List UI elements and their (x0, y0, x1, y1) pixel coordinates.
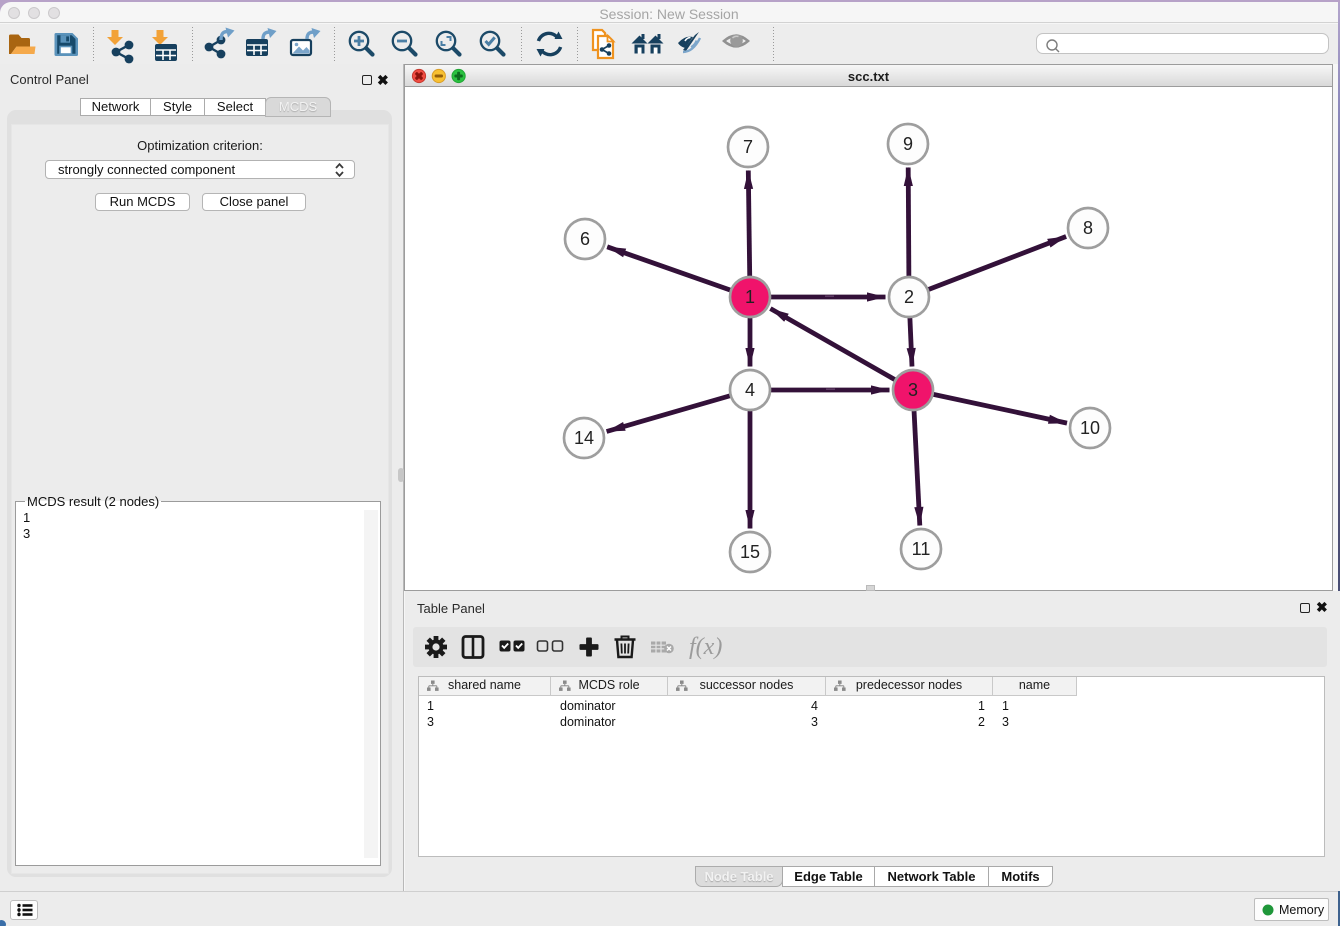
svg-text:9: 9 (903, 134, 913, 154)
svg-text:6: 6 (580, 229, 590, 249)
svg-text:4: 4 (745, 380, 755, 400)
svg-text:1: 1 (745, 287, 755, 307)
svg-text:11: 11 (912, 539, 931, 559)
svg-text:7: 7 (743, 137, 753, 157)
svg-text:2: 2 (904, 287, 914, 307)
svg-text:10: 10 (1080, 418, 1100, 438)
svg-text:8: 8 (1083, 218, 1093, 238)
svg-text:3: 3 (908, 380, 918, 400)
svg-text:f(x): f(x) (689, 634, 722, 660)
svg-text:15: 15 (740, 542, 760, 562)
svg-text:14: 14 (574, 428, 594, 448)
